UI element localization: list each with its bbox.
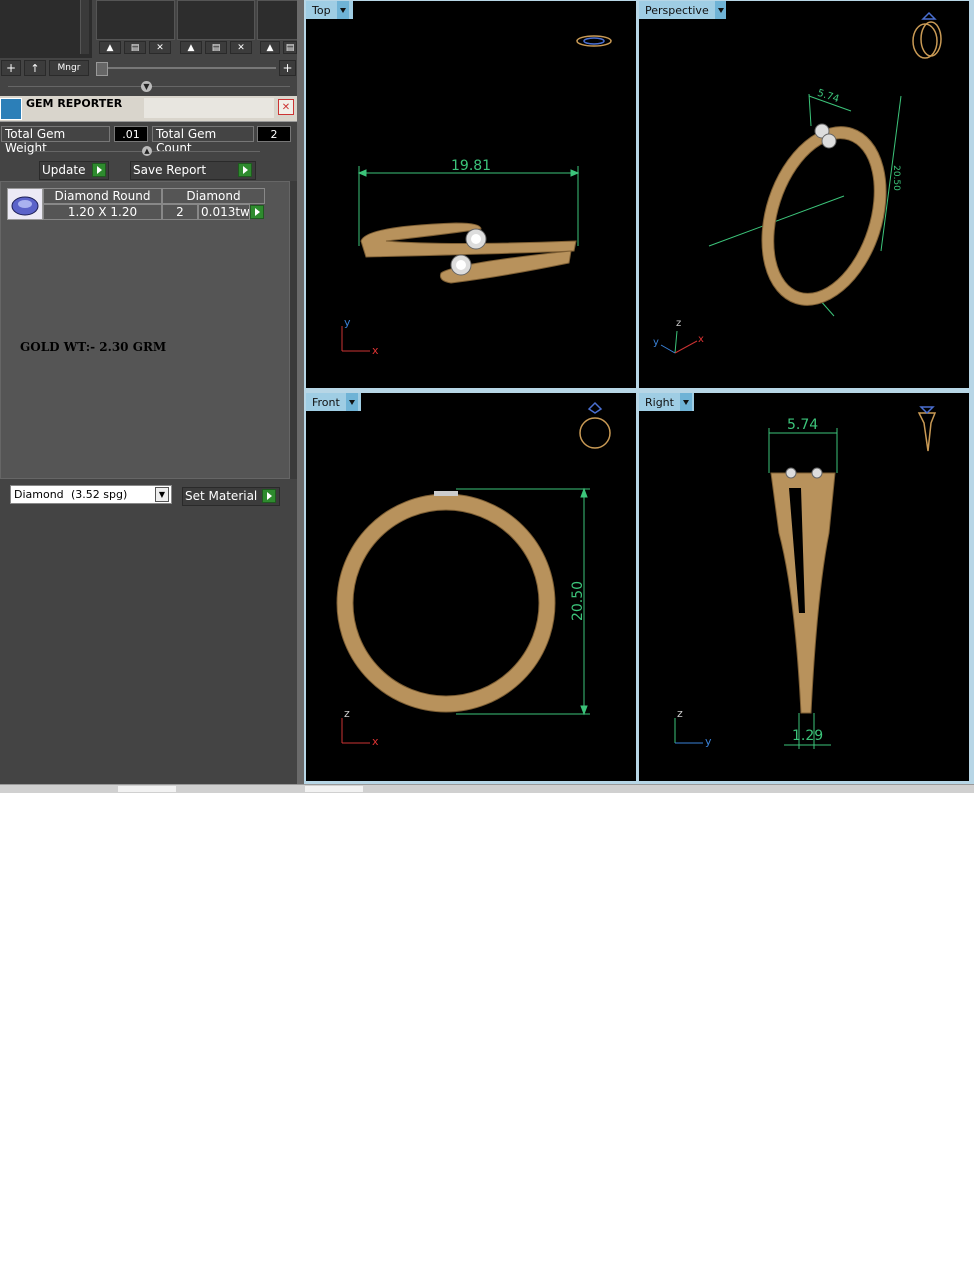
ring-thumbnail-icon: [579, 401, 611, 449]
thumb2-save-button[interactable]: ▤: [205, 41, 227, 54]
ring-thumbnail-icon: [917, 406, 937, 452]
axis-z-label: z: [676, 318, 682, 329]
material-select-spg: (3.52 spg): [71, 488, 128, 501]
taskbar-button-2[interactable]: [305, 786, 363, 792]
gem-setting: [434, 491, 458, 496]
gem-reporter-title-fade: [144, 98, 274, 118]
ring-band: [337, 494, 555, 712]
ring-thumbnail-icon: [576, 35, 612, 47]
viewport-right[interactable]: Right 5.74 1.29 z y: [639, 393, 969, 781]
size-slider-track[interactable]: [96, 67, 276, 69]
axis-z-label: z: [677, 707, 683, 720]
axis-indicator: [341, 326, 370, 352]
total-gem-weight-label: Total Gem Weight: [1, 126, 110, 155]
manager-button[interactable]: Mngr: [49, 60, 89, 76]
save-report-button[interactable]: Save Report: [130, 161, 256, 180]
set-material-label: Set Material: [185, 489, 258, 503]
axis-y-label: y: [653, 337, 659, 348]
perspective-view-drawing: [660, 11, 942, 354]
axis-x-label: x: [698, 334, 704, 345]
gem-row-go-icon[interactable]: [250, 205, 264, 219]
total-gem-count-label: Total Gem Count: [152, 126, 254, 155]
total-gem-count-field[interactable]: 2: [257, 126, 291, 142]
perspective-height-label: 20.50: [890, 165, 901, 191]
chevron-down-icon[interactable]: ▼: [155, 487, 169, 502]
thumb1-up-button[interactable]: ▲: [99, 41, 121, 54]
save-report-label: Save Report: [133, 163, 207, 177]
axis-indicator: [674, 718, 703, 744]
update-button[interactable]: Update: [39, 161, 109, 180]
size-slider-handle[interactable]: [96, 62, 108, 76]
viewport-perspective[interactable]: Perspective 5.74 20.50 z x y: [639, 1, 969, 388]
viewport-top[interactable]: Top 19.81 y x: [306, 1, 636, 388]
set-material-go-icon: [262, 489, 276, 503]
size-plus-button[interactable]: +: [279, 60, 296, 76]
library-thumb-2[interactable]: [177, 0, 255, 40]
gem-list-scrollbar[interactable]: [290, 181, 297, 479]
axis-indicator: [341, 718, 370, 744]
material-select[interactable]: Diamond (3.52 spg) ▼: [10, 485, 172, 504]
axis-x-label: x: [372, 735, 379, 748]
material-select-name: Diamond: [14, 488, 64, 501]
gem-stone-2: [821, 133, 837, 149]
left-panel: ▲ ▤ ✕ ▲ ▤ ✕ ▲ ▤ + ↑ Mngr + ▼ GEM REPORTE…: [0, 0, 299, 792]
gem-list-panel: Diamond Round Diamond 1.20 X 1.20 2 0.01…: [0, 181, 290, 479]
update-go-icon: [92, 163, 106, 177]
gem-reporter-icon: [0, 98, 22, 120]
ring-thumbnail-icon: [912, 11, 942, 59]
save-report-go-icon: [238, 163, 252, 177]
library-scroll-area: [0, 0, 92, 58]
thumb1-delete-button[interactable]: ✕: [149, 41, 171, 54]
expand-toggle-icon[interactable]: ▲: [142, 146, 152, 156]
axis-x-label: x: [372, 344, 379, 357]
thumb2-up-button[interactable]: ▲: [180, 41, 202, 54]
library-thumb-1[interactable]: [96, 0, 175, 40]
axis-y-label: y: [344, 316, 351, 329]
taskbar-button-1[interactable]: [118, 786, 176, 792]
thumb3-up-button[interactable]: ▲: [260, 41, 280, 54]
viewport-front[interactable]: Front 20.50 z x: [306, 393, 636, 781]
gem-reporter-header: GEM REPORTER ✕: [0, 96, 297, 122]
axis-indicator: [660, 330, 698, 354]
gem-weight-cell: 0.013tw: [198, 204, 250, 220]
thumb1-save-button[interactable]: ▤: [124, 41, 146, 54]
gem-reporter-title: GEM REPORTER: [26, 97, 123, 110]
gem-size-cell: 1.20 X 1.20: [43, 204, 162, 220]
gem-header-material: Diamond: [162, 188, 265, 204]
gem-count-cell: 2: [162, 204, 198, 220]
front-view-drawing: [336, 401, 611, 744]
set-material-button[interactable]: Set Material: [182, 487, 280, 506]
library-thumb-3[interactable]: [257, 0, 299, 40]
gem-stone-1: [785, 467, 797, 479]
right-width-label: 5.74: [787, 417, 819, 433]
add-button[interactable]: +: [1, 60, 21, 76]
thumb2-delete-button[interactable]: ✕: [230, 41, 252, 54]
top-dimension-label: 19.81: [451, 158, 492, 174]
top-view-drawing: [341, 35, 612, 352]
ring-band: [761, 126, 887, 306]
collapse-toggle-icon[interactable]: ▼: [141, 81, 152, 92]
gem-row[interactable]: Diamond Round Diamond 1.20 X 1.20 2 0.01…: [7, 188, 265, 220]
front-dimension-label: 20.50: [570, 580, 587, 622]
gold-weight-note: GOLD WT:- 2.30 GRM: [20, 340, 167, 354]
thumb3-save-button[interactable]: ▤: [283, 41, 297, 54]
move-up-button[interactable]: ↑: [24, 60, 46, 76]
diamond-round-icon: [7, 188, 43, 220]
close-icon[interactable]: ✕: [278, 99, 294, 115]
total-gem-weight-field[interactable]: .01: [114, 126, 148, 142]
library-scrollbar[interactable]: [80, 0, 89, 54]
right-view-drawing: [674, 406, 937, 749]
update-button-label: Update: [42, 163, 86, 177]
axis-y-label: y: [705, 735, 712, 748]
application-window: ▲ ▤ ✕ ▲ ▤ ✕ ▲ ▤ + ↑ Mngr + ▼ GEM REPORTE…: [0, 0, 974, 793]
right-thickness-label: 1.29: [792, 728, 824, 744]
gem-header-type: Diamond Round: [43, 188, 162, 204]
dimension-lines: [708, 93, 902, 317]
axis-z-label: z: [344, 707, 350, 720]
gem-stone-2: [811, 467, 823, 479]
panel-splitter[interactable]: [297, 0, 304, 792]
